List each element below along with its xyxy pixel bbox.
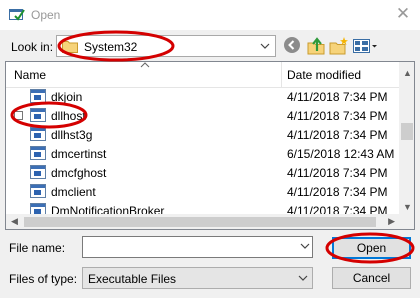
chevron-down-icon — [298, 275, 308, 281]
file-date: 4/11/2018 7:34 PM — [287, 204, 388, 214]
look-in-value: System32 — [84, 40, 138, 54]
executable-file-icon — [30, 89, 46, 103]
chevron-down-icon[interactable] — [300, 240, 310, 252]
horizontal-scrollbar[interactable]: ◀ ▶ — [6, 214, 399, 229]
scroll-thumb[interactable] — [401, 123, 413, 140]
back-button[interactable] — [283, 36, 305, 56]
close-button[interactable]: ✕ — [386, 0, 420, 30]
file-name: dllhst3g — [51, 128, 93, 142]
file-list[interactable]: Name Date modified dkjoin 4/11/2018 7:34… — [5, 61, 415, 230]
file-date: 4/11/2018 7:34 PM — [287, 90, 388, 104]
list-item[interactable]: dllhst3g 4/11/2018 7:34 PM — [6, 125, 399, 144]
scroll-right-icon[interactable]: ▶ — [388, 216, 395, 227]
list-item[interactable]: dmcfghost 4/11/2018 7:34 PM — [6, 163, 399, 182]
chevron-down-icon — [260, 43, 270, 49]
file-type-label: Files of type: — [9, 272, 78, 286]
scroll-left-icon[interactable]: ◀ — [11, 216, 18, 227]
executable-file-icon — [30, 127, 46, 141]
column-date-label: Date modified — [287, 68, 362, 82]
back-icon — [284, 37, 300, 53]
scroll-up-icon[interactable]: ▲ — [403, 68, 412, 78]
sort-ascending-icon — [140, 62, 150, 68]
file-name-label: File name: — [9, 241, 66, 255]
executable-file-icon — [30, 108, 46, 122]
file-date: 6/15/2018 12:43 AM — [287, 147, 395, 161]
cancel-button[interactable]: Cancel — [332, 267, 411, 289]
file-date: 4/11/2018 7:34 PM — [287, 166, 388, 180]
executable-file-icon — [30, 165, 46, 179]
row-checkbox[interactable] — [14, 111, 23, 120]
new-folder-button[interactable] — [329, 36, 351, 56]
look-in-label: Look in: — [11, 40, 54, 54]
up-folder-icon — [307, 37, 325, 55]
scroll-thumb-horizontal[interactable] — [24, 217, 376, 227]
file-date: 4/11/2018 7:34 PM — [287, 128, 388, 142]
scroll-down-icon[interactable]: ▼ — [403, 202, 412, 212]
column-header-name[interactable]: Name — [6, 62, 282, 88]
file-date: 4/11/2018 7:34 PM — [287, 185, 388, 199]
file-name: dmclient — [51, 185, 96, 199]
file-type-dropdown[interactable]: Executable Files — [82, 267, 313, 289]
view-menu-button[interactable] — [352, 36, 378, 56]
list-item[interactable]: dkjoin 4/11/2018 7:34 PM — [6, 88, 399, 106]
executable-file-icon — [30, 203, 46, 214]
list-item[interactable]: dmcertinst 6/15/2018 12:43 AM — [6, 144, 399, 163]
executable-file-icon — [30, 146, 46, 160]
folder-icon — [62, 41, 78, 53]
file-name: dkjoin — [51, 90, 83, 104]
new-folder-icon — [329, 37, 348, 55]
open-button[interactable]: Open — [332, 237, 411, 259]
file-rows: dkjoin 4/11/2018 7:34 PM dllhost 4/11/20… — [6, 88, 399, 214]
file-name-input[interactable] — [82, 236, 313, 258]
scrollbar-corner — [399, 214, 414, 229]
column-header-date[interactable]: Date modified — [283, 62, 399, 88]
file-name: dmcfghost — [51, 166, 107, 180]
list-item[interactable]: dllhost 4/11/2018 7:34 PM — [6, 106, 399, 125]
list-item[interactable]: dmclient 4/11/2018 7:34 PM — [6, 182, 399, 201]
view-menu-icon — [353, 39, 377, 53]
column-header-row: Name Date modified — [6, 62, 399, 88]
file-date: 4/11/2018 7:34 PM — [287, 109, 388, 123]
file-name: dmcertinst — [51, 147, 107, 161]
column-name-label: Name — [14, 68, 47, 82]
executable-file-icon — [30, 184, 46, 198]
window-title: Open — [31, 8, 61, 22]
file-type-value: Executable Files — [88, 272, 177, 286]
vertical-scrollbar[interactable]: ▲ ▼ — [399, 62, 414, 214]
list-item[interactable]: DmNotificationBroker 4/11/2018 7:34 PM — [6, 201, 399, 214]
look-in-dropdown[interactable]: System32 — [56, 35, 276, 57]
file-name: DmNotificationBroker — [51, 204, 165, 214]
title-bar: Open ✕ — [0, 0, 420, 30]
app-icon — [9, 9, 25, 21]
up-folder-button[interactable] — [306, 36, 328, 56]
file-name: dllhost — [51, 109, 86, 123]
